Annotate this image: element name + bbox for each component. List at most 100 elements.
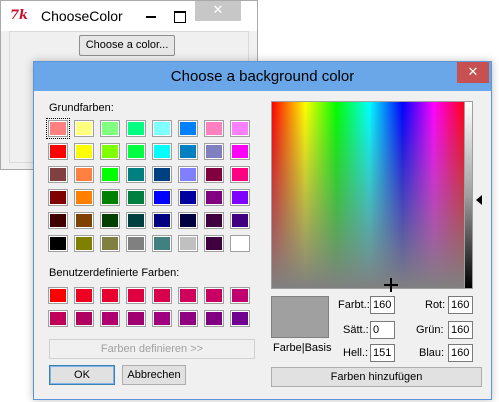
basic-color-swatch[interactable] (205, 190, 223, 205)
dialog-titlebar[interactable]: Choose a background color ✕ (34, 62, 491, 91)
basic-color-swatch[interactable] (179, 167, 197, 182)
custom-color-swatch[interactable] (49, 288, 67, 303)
minimize-icon[interactable] (141, 8, 161, 24)
basic-color-swatch[interactable] (205, 121, 223, 136)
basic-color-swatch[interactable] (101, 121, 119, 136)
basic-color-swatch[interactable] (153, 190, 171, 205)
basic-color-swatch[interactable] (101, 190, 119, 205)
blue-field[interactable]: 160 (448, 344, 473, 362)
basic-color-swatch[interactable] (49, 213, 67, 228)
dialog-body: Grundfarben: Benutzerdefinierte Farben: … (41, 91, 484, 394)
basic-color-swatch[interactable] (101, 236, 119, 251)
basic-color-swatch[interactable] (75, 167, 93, 182)
custom-color-swatch[interactable] (205, 311, 223, 326)
saturation-field[interactable]: 0 (370, 321, 395, 339)
dialog-title: Choose a background color (170, 68, 355, 85)
hue-field[interactable]: 160 (370, 296, 395, 314)
basic-color-swatch[interactable] (127, 167, 145, 182)
custom-color-swatch[interactable] (49, 311, 67, 326)
luminance-label: Hell.: (343, 347, 369, 359)
custom-color-swatch[interactable] (179, 311, 197, 326)
blue-label: Blau: (419, 347, 445, 359)
green-field[interactable]: 160 (448, 321, 473, 339)
green-label: Grün: (416, 324, 444, 336)
basic-color-swatch[interactable] (205, 213, 223, 228)
color-spectrum[interactable] (271, 101, 468, 292)
custom-color-swatch[interactable] (231, 311, 249, 326)
basic-color-swatch[interactable] (231, 213, 249, 228)
custom-color-grid (49, 288, 249, 326)
basic-color-swatch[interactable] (153, 213, 171, 228)
basic-color-swatch[interactable] (75, 190, 93, 205)
dialog-close-icon[interactable]: ✕ (457, 62, 489, 83)
luminance-field[interactable]: 151 (370, 344, 395, 362)
custom-color-swatch[interactable] (153, 311, 171, 326)
basic-color-swatch[interactable] (49, 144, 67, 159)
basic-color-swatch[interactable] (127, 236, 145, 251)
maximize-icon[interactable] (169, 8, 189, 24)
add-to-custom-colors-button[interactable]: Farben hinzufügen (271, 367, 482, 387)
main-titlebar[interactable]: 7k ChooseColor ✕ (1, 1, 257, 31)
luminance-arrow-icon[interactable] (476, 195, 482, 205)
basic-color-swatch[interactable] (179, 236, 197, 251)
ok-button[interactable]: OK (49, 365, 115, 385)
basic-color-grid (46, 118, 249, 251)
basic-color-swatch[interactable] (75, 236, 93, 251)
basic-colors-label: Grundfarben: (49, 102, 114, 114)
crosshair-icon[interactable] (384, 278, 398, 292)
basic-color-swatch[interactable] (46, 118, 70, 139)
basic-color-swatch[interactable] (231, 236, 249, 251)
main-window-title: ChooseColor (41, 8, 123, 24)
red-label: Rot: (425, 299, 446, 311)
choose-color-button[interactable]: Choose a color... (79, 35, 175, 56)
basic-color-swatch[interactable] (127, 121, 145, 136)
custom-color-swatch[interactable] (75, 311, 93, 326)
custom-color-swatch[interactable] (101, 311, 119, 326)
basic-color-swatch[interactable] (153, 236, 171, 251)
basic-color-swatch[interactable] (101, 213, 119, 228)
custom-color-swatch[interactable] (179, 288, 197, 303)
basic-color-swatch[interactable] (231, 144, 249, 159)
basic-color-swatch[interactable] (179, 190, 197, 205)
basic-color-swatch[interactable] (153, 167, 171, 182)
custom-color-swatch[interactable] (75, 288, 93, 303)
basic-color-swatch[interactable] (127, 144, 145, 159)
basic-color-swatch[interactable] (101, 144, 119, 159)
basic-color-swatch[interactable] (231, 121, 249, 136)
basic-color-swatch[interactable] (153, 144, 171, 159)
basic-color-swatch[interactable] (127, 190, 145, 205)
hue-label: Farbt.: (338, 299, 370, 311)
basic-color-swatch[interactable] (231, 167, 249, 182)
basic-color-swatch[interactable] (153, 121, 171, 136)
custom-color-swatch[interactable] (153, 288, 171, 303)
basic-color-swatch[interactable] (101, 167, 119, 182)
basic-color-swatch[interactable] (205, 144, 223, 159)
basic-color-swatch[interactable] (179, 213, 197, 228)
basic-color-swatch[interactable] (127, 213, 145, 228)
basic-color-swatch[interactable] (205, 167, 223, 182)
basic-color-swatch[interactable] (75, 213, 93, 228)
basic-color-swatch[interactable] (75, 144, 93, 159)
basic-color-swatch[interactable] (179, 121, 197, 136)
basic-color-swatch[interactable] (75, 121, 93, 136)
saturation-label: Sätt.: (343, 324, 369, 336)
custom-color-swatch[interactable] (231, 288, 249, 303)
basic-color-swatch[interactable] (179, 144, 197, 159)
basic-color-swatch[interactable] (49, 236, 67, 251)
tk-feather-icon: 7k (10, 8, 29, 23)
red-field[interactable]: 160 (448, 296, 473, 314)
custom-color-swatch[interactable] (127, 311, 145, 326)
cancel-button[interactable]: Abbrechen (122, 365, 186, 385)
custom-color-swatch[interactable] (205, 288, 223, 303)
basic-color-swatch[interactable] (49, 190, 67, 205)
luminance-bar[interactable] (464, 101, 473, 289)
custom-color-swatch[interactable] (127, 288, 145, 303)
basic-color-swatch[interactable] (231, 190, 249, 205)
preview-label: Farbe|Basis (273, 342, 332, 354)
custom-color-swatch[interactable] (101, 288, 119, 303)
custom-colors-label: Benutzerdefinierte Farben: (49, 267, 180, 279)
basic-color-swatch[interactable] (49, 167, 67, 182)
close-icon[interactable]: ✕ (195, 1, 241, 21)
basic-color-swatch[interactable] (205, 236, 223, 251)
color-preview (271, 296, 329, 338)
